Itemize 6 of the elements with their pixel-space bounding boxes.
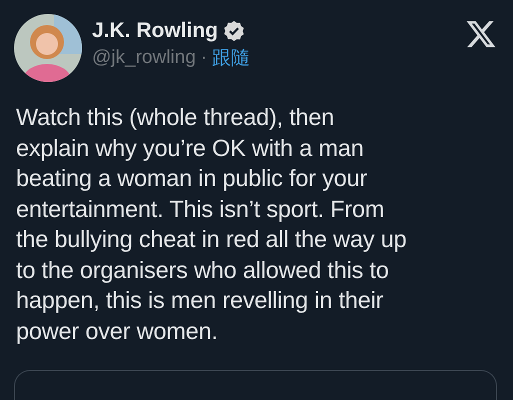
follow-link[interactable]: 跟隨 xyxy=(212,45,250,71)
x-logo-icon[interactable] xyxy=(465,18,497,50)
separator: · xyxy=(200,47,208,69)
author-name[interactable]: J.K. Rowling xyxy=(92,19,218,43)
author-handle[interactable]: @jk_rowling xyxy=(92,47,196,69)
tweet-text: Watch this (whole thread), then explain why you’re OK with a man beating a woman in public for your entertainment. This isn’t sport. From the bullying cheat in red all the way up to the organisers who allowed this to happen, this is men revelling in their power over women. xyxy=(16,103,408,346)
